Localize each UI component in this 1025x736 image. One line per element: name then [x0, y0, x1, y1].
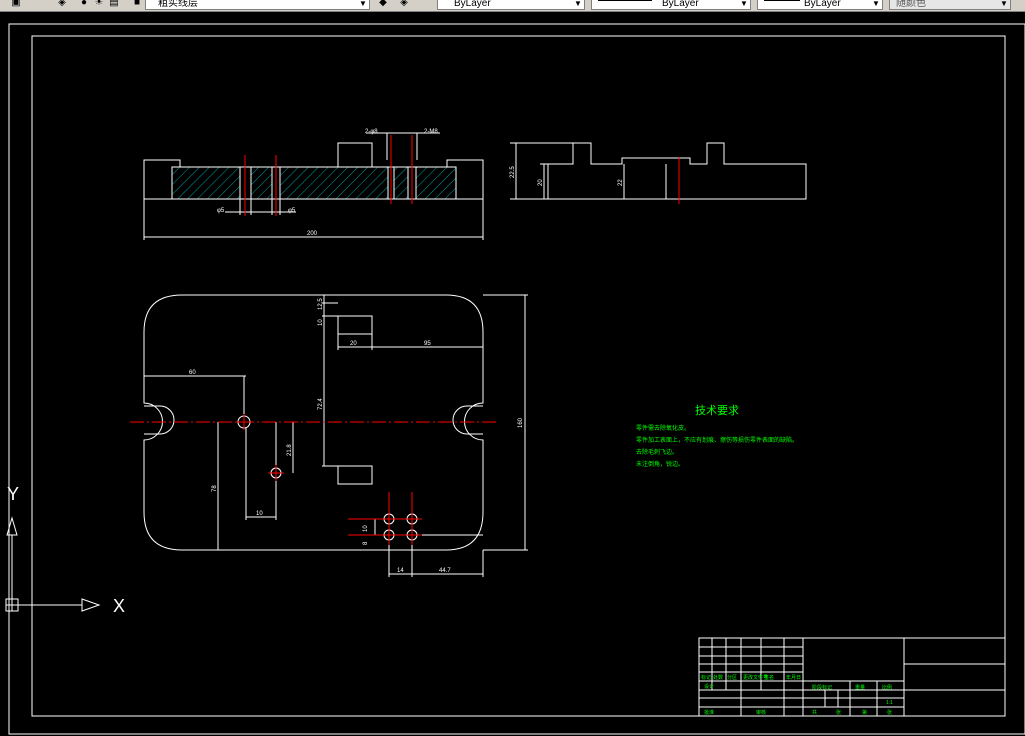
tb-row-label-5: 签名 [764, 674, 774, 681]
ucs-icon [5, 516, 101, 612]
dim-left: 60 [189, 370, 196, 376]
chevron-down-icon[interactable]: ▼ [871, 0, 881, 9]
chevron-down-icon[interactable]: ▼ [999, 0, 1009, 9]
ucs-x-label: X [113, 596, 125, 616]
dim-h-total: 22.5 [510, 166, 516, 178]
linetype-combo-value: ByLayer [662, 0, 699, 9]
tb-design: 设计 [704, 683, 714, 690]
tb-weight: 重量 [855, 684, 865, 691]
tb-row-label-2: 处数 [713, 674, 723, 681]
lineweight-swatch [764, 0, 800, 1]
tech-line-3: 去除毛刺飞边。 [636, 448, 678, 456]
tb-row-label-1: 标记 [701, 674, 711, 681]
linetype-combo[interactable]: ByLayer ▼ [591, 0, 751, 10]
dim-bottom-y: 78 [212, 485, 218, 492]
dim-hole-y: 21.8 [287, 444, 293, 456]
tb-sheet-3: 第 [862, 709, 867, 716]
tb-sheet-1: 共 [812, 709, 817, 716]
tech-title: 技术要求 [695, 404, 739, 417]
dim-top-a: 12.5 [318, 298, 324, 310]
dim-bottom-x: 10 [256, 511, 263, 517]
dim-w-left: φ5 [217, 208, 225, 214]
dim-grid-y2: 8 [363, 541, 369, 545]
tb-stage: 阶段标记 [812, 684, 832, 691]
dim-mid: 72.4 [318, 398, 324, 410]
layer-combo[interactable]: 粗实线层 ▼ [145, 0, 370, 10]
layer-previous-icon[interactable]: ◈ [398, 0, 410, 9]
lightbulb-icon[interactable]: ● [78, 0, 90, 9]
lock-icon[interactable]: ▤ [108, 0, 120, 9]
layer-name: 粗实线层 [158, 0, 198, 9]
lineweight-combo[interactable]: ByLayer ▼ [757, 0, 883, 10]
make-current-icon[interactable]: ◆ [377, 0, 389, 9]
side-view [510, 142, 807, 200]
ucs-y-label: Y [7, 484, 19, 504]
tb-scale: 比例 [882, 684, 892, 691]
chevron-down-icon[interactable]: ▼ [573, 0, 583, 9]
drawing-canvas[interactable]: 2-φ8 2-M8 φ5 φ5 200 22.5 20 22 12.5 10 2… [0, 11, 1025, 736]
tb-row-label-6: 年月日 [786, 674, 801, 681]
tech-requirements: 技术要求 零件需去除氧化皮。 零件加工表面上，不应有划痕、擦伤等损伤零件表面的缺… [636, 404, 798, 468]
sun-icon[interactable]: ☀ [93, 0, 105, 9]
front-section-view [143, 132, 484, 240]
layer-color-icon: ■ [133, 0, 141, 8]
linetype-swatch [598, 0, 652, 1]
tb-review: 审核 [756, 709, 766, 716]
layers-icon[interactable]: ◈ [56, 0, 68, 9]
dim-height: 160 [518, 417, 524, 428]
tech-line-2: 零件加工表面上，不应有划痕、擦伤等损伤零件表面的缺陷。 [636, 436, 798, 444]
color-combo[interactable]: ByLayer ▼ [437, 0, 585, 10]
dim-hole-right: 2-M8 [424, 129, 438, 135]
layer-manager-icon[interactable]: ▣ [10, 0, 22, 9]
dim-grid-x: 14 [397, 568, 404, 574]
chevron-down-icon[interactable]: ▼ [358, 0, 368, 9]
dim-hole-left: 2-φ8 [365, 129, 378, 135]
tb-row-label-3: 分区 [727, 674, 737, 681]
dim-h-b: 22 [618, 179, 624, 186]
color-combo-value: ByLayer [454, 0, 491, 9]
outer-frame [8, 23, 1025, 735]
chevron-down-icon[interactable]: ▼ [739, 0, 749, 9]
tech-line-4: 未注倒角，锐边。 [636, 460, 684, 468]
tb-sheet-2: 张 [836, 709, 841, 716]
dim-h-a: 20 [538, 179, 544, 186]
lineweight-combo-value: ByLayer [804, 0, 841, 9]
dim-slot-w: 20 [350, 341, 357, 347]
plotstyle-combo-value: 随颜色 [896, 0, 926, 9]
dim-grid-y1: 10 [363, 525, 369, 532]
tb-approve: 批准 [704, 709, 714, 716]
plotstyle-combo[interactable]: 随颜色 ▼ [889, 0, 1011, 10]
plan-view [143, 294, 528, 577]
tech-line-1: 零件需去除氧化皮。 [636, 424, 690, 432]
dim-top-b: 10 [318, 319, 324, 326]
dim-w-right: φ5 [288, 208, 296, 214]
tb-sheet-4: 张 [887, 709, 892, 716]
plan-centerlines [130, 414, 497, 545]
dim-total: 200 [307, 231, 318, 237]
dim-slot-x: 95 [424, 341, 431, 347]
dim-grid-r: 44.7 [439, 568, 451, 574]
tb-scale-value: 1:1 [886, 700, 893, 706]
